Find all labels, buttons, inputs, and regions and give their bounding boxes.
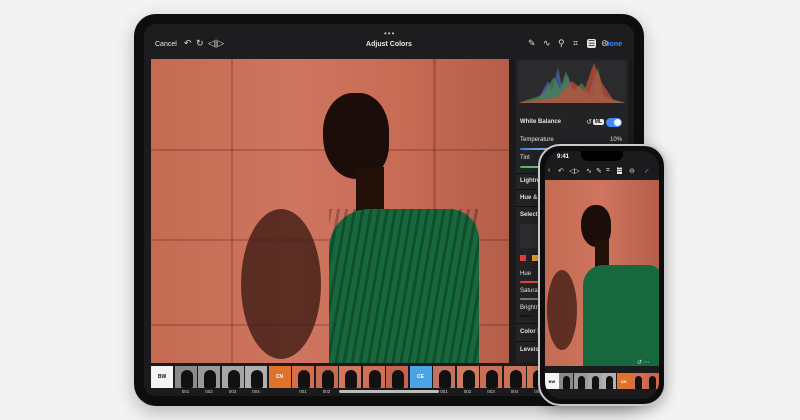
adjustments-icon[interactable]: ☰ (587, 38, 597, 48)
filter-preset-tile[interactable] (645, 373, 659, 389)
eyedropper-icon[interactable]: ⚲ (558, 38, 565, 49)
filter-preset-tile[interactable] (245, 366, 267, 388)
subject-green-dress (329, 209, 479, 363)
temperature-row: Temperature 10% (520, 137, 624, 143)
filter-thumbnail-figure (227, 370, 240, 388)
filter-thumbnail-figure (649, 376, 657, 389)
iphone-undo-icon[interactable]: ↺ ⋯ (637, 359, 650, 366)
filter-number: 002 (322, 389, 331, 394)
crop-icon[interactable]: ⌗ (606, 167, 610, 175)
filter-number: 001 (181, 389, 190, 394)
photo-canvas[interactable] (151, 59, 509, 363)
status-time: 9:41 (557, 154, 570, 160)
filter-thumbnail-figure (298, 370, 310, 388)
wall-shadow (241, 209, 321, 359)
filter-preset-tile[interactable] (503, 366, 526, 388)
white-balance-label: White Balance (520, 119, 562, 125)
more-icon[interactable]: ⊖ (629, 167, 635, 175)
brush-icon[interactable]: ✎ (528, 38, 536, 49)
filter-number: 003 (228, 389, 237, 394)
filter-thumbnail-figure (577, 376, 585, 389)
curves-icon[interactable]: ∿ (543, 38, 551, 49)
iphone-photo-canvas[interactable] (545, 180, 659, 366)
filter-thumbnail-figure (321, 370, 334, 388)
filter-preset-tile[interactable] (480, 366, 502, 388)
filter-preset-tile[interactable] (221, 366, 244, 388)
brush-icon[interactable]: ✎ (596, 167, 602, 175)
filter-preset-tile[interactable] (573, 373, 588, 389)
filter-category-bw[interactable]: BW (151, 366, 173, 388)
filter-category-bw[interactable]: BW (545, 373, 559, 389)
filter-preset-tile[interactable] (339, 366, 361, 388)
filter-thumbnail-figure (204, 370, 216, 388)
filter-preset-tile[interactable] (433, 366, 455, 388)
filter-number: 004 (510, 389, 519, 394)
reset-icon[interactable]: ↺ (586, 118, 592, 126)
wall-shadow (547, 270, 577, 350)
filter-thumbnail-figure (368, 370, 381, 388)
white-balance-row: White Balance ↺ ML (520, 118, 624, 127)
filter-number: 003 (487, 389, 495, 394)
filter-preset-tile[interactable] (198, 366, 220, 388)
filter-preset-tile[interactable] (386, 366, 408, 388)
ml-badge[interactable]: ML (592, 119, 604, 125)
filter-preset-tile[interactable] (174, 366, 197, 388)
iphone-screen: 9:41 ‹ ↶ ◁▷ ∿ ✎ ⌗ ☰ ⊖ ✓ ↺ ⋯ BW CN (545, 151, 659, 399)
tint-label: Tint (520, 155, 530, 161)
swatch-red[interactable] (520, 255, 526, 261)
notch (581, 151, 623, 161)
filter-preset-tile[interactable] (587, 373, 602, 389)
selective-brightness-label: Brightn (520, 305, 540, 311)
top-toolbar: ••• Cancel ↶ ↻ ◁|▷ Adjust Colors ✎ ∿ ⚲ ⌗… (144, 24, 634, 60)
temperature-label: Temperature (520, 137, 554, 143)
filter-preset-tile[interactable] (630, 373, 645, 389)
subject-green-dress (583, 265, 659, 366)
filter-thumbnail-figure (486, 370, 498, 388)
filter-thumbnail-figure (180, 370, 193, 388)
swatch-orange[interactable] (531, 255, 538, 261)
white-balance-toggle[interactable] (606, 118, 622, 127)
filter-thumbnail-figure (462, 370, 475, 388)
wall-line (231, 59, 233, 363)
filter-preset-tile[interactable] (362, 366, 385, 388)
back-icon[interactable]: ‹ (548, 167, 550, 174)
filter-thumbnail-figure (345, 370, 357, 388)
undo-icon[interactable]: ↶ (558, 167, 564, 175)
iphone-filter-strip: BW CN (545, 373, 659, 393)
done-check-icon[interactable]: ✓ (644, 167, 650, 175)
filter-category-cn[interactable]: CN (268, 366, 291, 388)
section-levels-label: Levels (520, 347, 539, 353)
filter-preset-tile[interactable] (602, 373, 617, 389)
filter-thumbnail-figure (606, 376, 614, 389)
filter-preset-tile[interactable] (456, 366, 479, 388)
filter-thumbnail-figure (634, 376, 642, 389)
filter-thumbnail-figure (509, 370, 522, 388)
home-indicator (339, 390, 439, 393)
histogram (518, 61, 626, 103)
filter-thumbnail-figure (251, 370, 263, 388)
filter-preset-tile[interactable] (315, 366, 338, 388)
filter-number: 002 (463, 389, 472, 394)
filter-category-ce[interactable]: CE (409, 366, 432, 388)
filter-thumbnail-figure (563, 376, 571, 389)
done-button[interactable]: Done (605, 41, 623, 48)
crop-icon[interactable]: ⌗ (573, 38, 578, 49)
filter-thumbnail-figure (591, 376, 599, 389)
filter-number: 001 (299, 389, 307, 394)
filter-number: 002 (205, 389, 213, 394)
selective-hue-label: Hue (520, 271, 532, 277)
compare-icon[interactable]: ◁▷ (569, 167, 580, 175)
filter-preset-tile[interactable] (559, 373, 574, 389)
filter-number: 004 (252, 389, 260, 394)
iphone-device: 9:41 ‹ ↶ ◁▷ ∿ ✎ ⌗ ☰ ⊖ ✓ ↺ ⋯ BW CN (538, 144, 666, 406)
iphone-toolbar: ‹ ↶ ◁▷ ∿ ✎ ⌗ ☰ ⊖ ✓ (548, 167, 650, 175)
filter-preset-tile[interactable] (292, 366, 314, 388)
temperature-value: 10% (609, 137, 622, 143)
filter-category-cn[interactable]: CN (616, 373, 631, 389)
filter-thumbnail-figure (392, 370, 404, 388)
filter-thumbnail-figure (439, 370, 451, 388)
window-dots[interactable]: ••• (384, 29, 395, 38)
curves-icon[interactable]: ∿ (586, 167, 592, 175)
